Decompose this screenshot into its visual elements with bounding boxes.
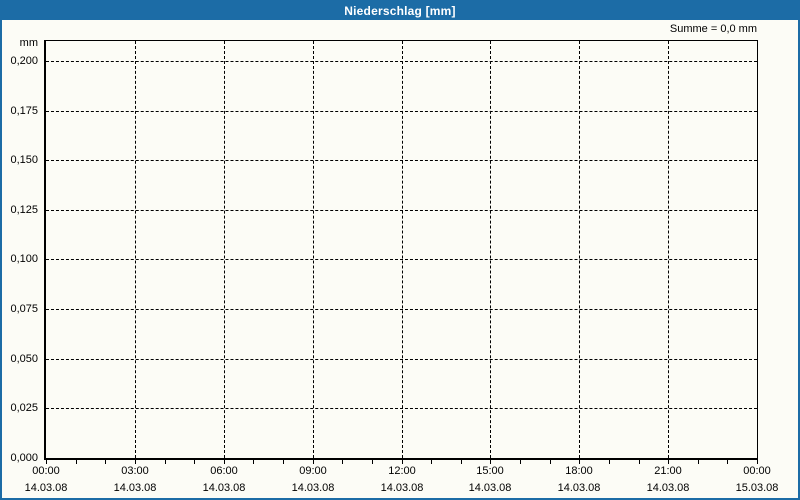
x-tick-time-label: 03:00 — [121, 465, 149, 477]
x-tick-time-label: 09:00 — [299, 465, 327, 477]
x-axis-tick — [194, 460, 195, 464]
y-tick-label: 0,150 — [10, 154, 38, 166]
y-tick-label: 0,125 — [10, 204, 38, 216]
x-tick-time-label: 21:00 — [654, 465, 682, 477]
x-gridline — [579, 41, 580, 458]
x-axis-tick — [372, 460, 373, 464]
x-axis-tick — [253, 460, 254, 464]
x-gridline — [313, 41, 314, 458]
y-tick-label: 0,075 — [10, 303, 38, 315]
x-axis-tick — [639, 460, 640, 464]
y-tick-label: 0,050 — [10, 353, 38, 365]
x-gridline — [490, 41, 491, 458]
x-tick-date-label: 14.03.08 — [468, 482, 512, 494]
x-axis-tick — [668, 460, 669, 464]
x-gridline — [224, 41, 225, 458]
x-axis-tick — [579, 460, 580, 464]
x-tick-date-label: 14.03.08 — [24, 482, 68, 494]
y-tick-label: 0,100 — [10, 253, 38, 265]
x-axis-tick — [313, 460, 314, 464]
y-tick-label: 0,025 — [10, 402, 38, 414]
chart-title: Niederschlag [mm] — [344, 4, 456, 18]
x-tick-date-label: 14.03.08 — [202, 482, 246, 494]
x-axis-tick — [165, 460, 166, 464]
x-axis-tick — [520, 460, 521, 464]
x-axis-tick — [609, 460, 610, 464]
x-axis-tick — [105, 460, 106, 464]
plot-area — [44, 40, 758, 460]
chart-title-bar: Niederschlag [mm] — [2, 2, 798, 20]
x-gridline — [135, 41, 136, 458]
x-axis-tick — [46, 460, 47, 464]
x-tick-date-label: 14.03.08 — [557, 482, 601, 494]
x-tick-time-label: 00:00 — [743, 465, 771, 477]
x-axis-tick — [135, 460, 136, 464]
x-tick-date-label: 14.03.08 — [380, 482, 424, 494]
x-axis-tick — [76, 460, 77, 464]
x-axis-tick — [698, 460, 699, 464]
x-tick-time-label: 18:00 — [565, 465, 593, 477]
x-axis-tick — [342, 460, 343, 464]
y-axis-unit-label: mm — [19, 37, 38, 49]
x-axis-tick — [550, 460, 551, 464]
x-axis-tick — [402, 460, 403, 464]
x-axis-tick — [224, 460, 225, 464]
y-tick-label: 0,000 — [10, 452, 38, 464]
x-axis-tick — [757, 460, 758, 464]
x-tick-date-label: 14.03.08 — [646, 482, 690, 494]
x-axis-tick — [431, 460, 432, 464]
x-axis-tick — [461, 460, 462, 464]
x-tick-time-label: 06:00 — [210, 465, 238, 477]
x-axis-tick — [727, 460, 728, 464]
sum-label: Summe = 0,0 mm — [669, 23, 757, 35]
x-tick-time-label: 12:00 — [388, 465, 416, 477]
x-tick-time-label: 00:00 — [32, 465, 60, 477]
x-gridline — [668, 41, 669, 458]
x-tick-date-label: 14.03.08 — [113, 482, 157, 494]
chart-window: Niederschlag [mm] Summe = 0,0 mm mm 0,20… — [0, 0, 800, 500]
y-tick-label: 0,175 — [10, 105, 38, 117]
x-tick-date-label: 14.03.08 — [291, 482, 335, 494]
x-axis-tick — [490, 460, 491, 464]
x-gridline — [402, 41, 403, 458]
x-tick-time-label: 15:00 — [476, 465, 504, 477]
x-tick-date-label: 15.03.08 — [735, 482, 779, 494]
y-tick-label: 0,200 — [10, 55, 38, 67]
x-axis-tick — [283, 460, 284, 464]
